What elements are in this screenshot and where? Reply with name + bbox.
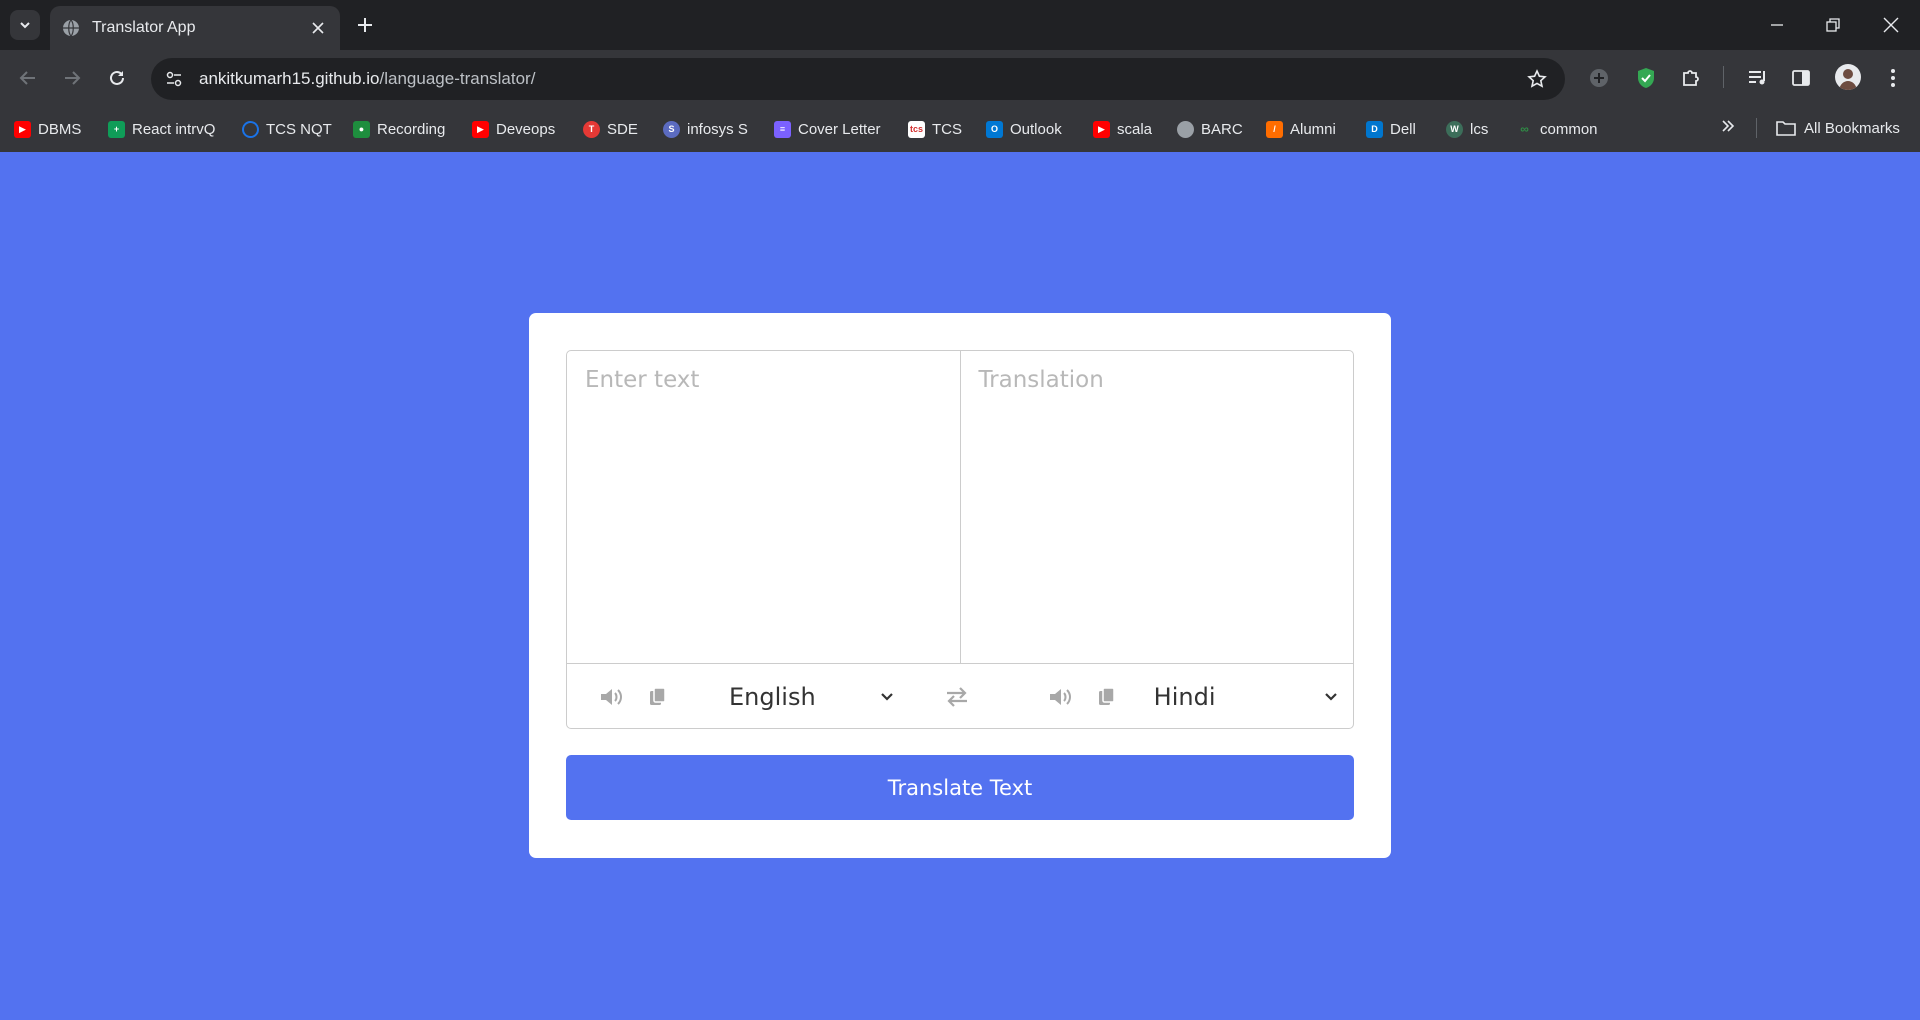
bookmarks-bar: ▶ DBMS + React intrvQ TCS NQT ● Recording ▶… <box>0 106 1920 152</box>
chevron-down-icon <box>1324 692 1338 702</box>
wl-icon: W <box>1446 120 1463 138</box>
source-textarea[interactable]: Enter text <box>567 351 961 663</box>
all-bookmarks-button[interactable]: All Bookmarks <box>1776 117 1900 139</box>
classroom-icon: ● <box>353 120 370 138</box>
close-icon[interactable] <box>308 18 328 38</box>
chevron-double-right-icon <box>1722 120 1735 132</box>
folder-icon <box>1776 121 1796 136</box>
url-text: ankitkumarh15.github.io/language-transla… <box>199 69 536 88</box>
forward-button[interactable] <box>56 62 88 94</box>
arrow-left-icon <box>19 71 35 85</box>
bookmark-item[interactable]: / Alumni <box>1266 118 1336 140</box>
profile-icon <box>1839 69 1857 90</box>
docs-icon: ≡ <box>774 120 791 138</box>
from-language-label: English <box>729 682 816 711</box>
from-language-select[interactable]: English <box>729 683 894 711</box>
bookmark-item[interactable]: ▶ Deveops <box>472 118 555 140</box>
to-language-label: Hindi <box>1153 682 1216 711</box>
more-bookmarks-button[interactable] <box>1716 114 1740 138</box>
bookmark-item[interactable]: Wlcs <box>1446 118 1488 140</box>
translation-textarea[interactable]: Translation <box>961 351 1354 663</box>
translation-placeholder: Translation <box>978 367 1104 393</box>
youtube-icon: ▶ <box>14 120 31 138</box>
address-bar[interactable]: ankitkumarh15.github.io/language-transla… <box>151 58 1565 100</box>
arrow-right-icon <box>65 71 81 85</box>
side-panel-icon[interactable] <box>1787 64 1815 92</box>
speaker-icon[interactable] <box>1048 684 1074 710</box>
youtube-icon: ▶ <box>1093 120 1110 138</box>
toolbar-divider <box>1723 66 1724 88</box>
chevron-down-icon <box>20 22 30 29</box>
bookmark-item[interactable]: ∞ common <box>1516 118 1597 140</box>
bookmark-item[interactable]: Sinfosys S <box>663 118 748 140</box>
close-icon <box>1883 17 1899 33</box>
restore-button[interactable] <box>1818 10 1848 40</box>
sheets-icon: + <box>108 120 125 138</box>
globe-icon <box>1177 120 1194 138</box>
plus-icon <box>358 18 372 32</box>
bookmarks-divider <box>1756 118 1757 138</box>
text-input-panel: Enter text Translation English Hindi <box>566 350 1354 729</box>
reload-icon <box>110 70 124 85</box>
bookmark-item[interactable]: T SDE <box>583 118 638 140</box>
minimize-button[interactable] <box>1762 10 1792 40</box>
infosys-icon: S <box>663 120 680 138</box>
menu-kebab-icon[interactable] <box>1879 64 1907 92</box>
gfg-icon: ∞ <box>1520 122 1529 136</box>
controls-row: English Hindi <box>567 664 1353 729</box>
translate-button-label: Translate Text <box>887 775 1033 800</box>
tab-strip: Translator App <box>0 0 1920 50</box>
bookmark-star-icon[interactable] <box>1525 67 1549 91</box>
bookmark-item[interactable]: BARC <box>1177 118 1243 140</box>
tab-search-button[interactable] <box>10 10 40 40</box>
youtube-icon: ▶ <box>472 120 489 138</box>
bookmark-item[interactable]: D Dell <box>1366 118 1416 140</box>
bookmark-item[interactable]: ▶ DBMS <box>14 118 81 140</box>
add-extension-icon[interactable] <box>1585 64 1613 92</box>
bookmark-item[interactable]: ▶ scala <box>1093 118 1152 140</box>
restore-icon <box>1826 18 1840 32</box>
new-tab-button[interactable] <box>352 12 378 38</box>
globe-icon <box>62 19 80 37</box>
extensions-puzzle-icon[interactable] <box>1677 64 1705 92</box>
reload-button[interactable] <box>101 62 133 94</box>
outlook-icon: O <box>986 120 1003 138</box>
translator-card: Enter text Translation English Hindi Tra… <box>529 313 1391 858</box>
minimize-icon <box>1771 24 1783 26</box>
shield-icon[interactable] <box>1632 64 1660 92</box>
chevron-down-icon <box>880 692 894 702</box>
bookmark-item[interactable]: TCS NQT <box>242 118 332 140</box>
translate-button[interactable]: Translate Text <box>566 755 1354 820</box>
back-button[interactable] <box>12 62 44 94</box>
browser-toolbar: ankitkumarh15.github.io/language-transla… <box>0 50 1920 106</box>
copy-icon[interactable] <box>649 684 667 710</box>
bookmark-item[interactable]: tcs TCS <box>908 118 962 140</box>
media-control-icon[interactable] <box>1744 64 1772 92</box>
all-bookmarks-label: All Bookmarks <box>1804 119 1900 137</box>
power-icon <box>242 120 259 138</box>
swap-languages-icon[interactable] <box>944 682 970 712</box>
tcs-icon: tcs <box>908 120 925 138</box>
dell-icon: D <box>1366 120 1383 138</box>
close-window-button[interactable] <box>1876 10 1906 40</box>
bookmark-item[interactable]: + React intrvQ <box>108 118 215 140</box>
source-placeholder: Enter text <box>585 367 700 393</box>
bookmark-item[interactable]: ≡ Cover Letter <box>774 118 881 140</box>
bookmark-item[interactable]: ● Recording <box>353 118 445 140</box>
alumni-icon: / <box>1266 120 1283 138</box>
active-tab[interactable]: Translator App <box>50 6 340 50</box>
bookmark-item[interactable]: O Outlook <box>986 118 1062 140</box>
profile-avatar[interactable] <box>1835 64 1861 90</box>
tuf-icon: T <box>583 120 600 138</box>
site-info-icon[interactable] <box>159 64 189 94</box>
to-language-select[interactable]: Hindi <box>1154 683 1338 711</box>
tab-title: Translator App <box>92 19 196 36</box>
speaker-icon[interactable] <box>599 684 625 710</box>
copy-icon[interactable] <box>1098 684 1116 710</box>
